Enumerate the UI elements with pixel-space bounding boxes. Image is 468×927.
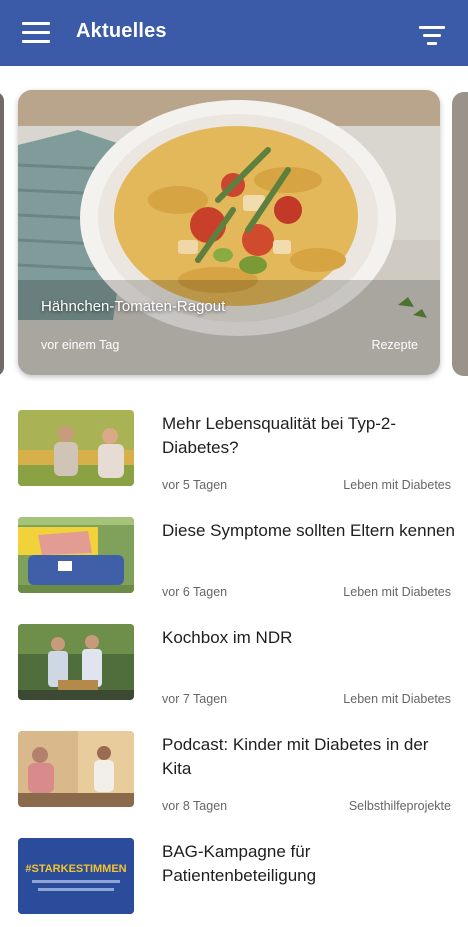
- list-item[interactable]: Podcast: Kinder mit Diabetes in der Kita…: [0, 713, 468, 820]
- page-title: Aktuelles: [76, 20, 167, 42]
- thumbnail-campaign-text: #STARKESTIMMEN: [25, 863, 126, 875]
- featured-carousel[interactable]: Hähnchen-Tomaten-Ragout vor einem Tag Re…: [0, 66, 468, 386]
- featured-food-image: [18, 90, 440, 375]
- list-item[interactable]: Mehr Lebensqualität bei Typ-2-Diabetes? …: [0, 392, 468, 499]
- article-thumbnail: [18, 517, 134, 593]
- article-time: vor 6 Tagen: [162, 585, 228, 599]
- article-category: Leben mit Diabetes: [343, 692, 451, 706]
- article-category: Leben mit Diabetes: [343, 585, 451, 599]
- article-thumbnail: [18, 624, 134, 700]
- article-thumbnail: #STARKESTIMMEN: [18, 838, 134, 914]
- article-time: vor 5 Tagen: [162, 478, 228, 492]
- featured-category: Rezepte: [371, 338, 418, 352]
- article-category: Selbsthilfeprojekte: [348, 799, 451, 813]
- article-headline: Diese Symptome sollten Eltern kennen: [162, 521, 455, 540]
- article-thumbnail: [18, 410, 134, 486]
- list-item[interactable]: #STARKESTIMMEN BAG-Kampagne für Patiente…: [0, 820, 468, 927]
- filter-icon[interactable]: [418, 26, 446, 46]
- previous-card-peek[interactable]: [0, 92, 4, 376]
- article-headline: Mehr Lebensqualität bei Typ-2-Diabetes?: [162, 414, 397, 457]
- featured-card[interactable]: Hähnchen-Tomaten-Ragout vor einem Tag Re…: [18, 90, 440, 375]
- list-item[interactable]: Diese Symptome sollten Eltern kennen vor…: [0, 499, 468, 606]
- article-time: vor 7 Tagen: [162, 692, 228, 706]
- list-item[interactable]: Kochbox im NDR vor 7 Tagen Leben mit Dia…: [0, 606, 468, 713]
- article-thumbnail: [18, 731, 134, 807]
- article-category: Leben mit Diabetes: [343, 478, 451, 492]
- article-time: vor 8 Tagen: [162, 799, 228, 813]
- app-bar: Aktuelles: [0, 0, 468, 66]
- article-headline: Kochbox im NDR: [162, 628, 293, 647]
- featured-time: vor einem Tag: [41, 338, 120, 352]
- hamburger-menu-icon[interactable]: [22, 22, 50, 46]
- featured-title: Hähnchen-Tomaten-Ragout: [41, 298, 226, 315]
- next-card-peek[interactable]: [452, 92, 468, 376]
- article-headline: Podcast: Kinder mit Diabetes in der Kita: [162, 735, 429, 778]
- article-headline: BAG-Kampagne für Patientenbeteiligung: [162, 842, 317, 885]
- article-list: Mehr Lebensqualität bei Typ-2-Diabetes? …: [0, 392, 468, 927]
